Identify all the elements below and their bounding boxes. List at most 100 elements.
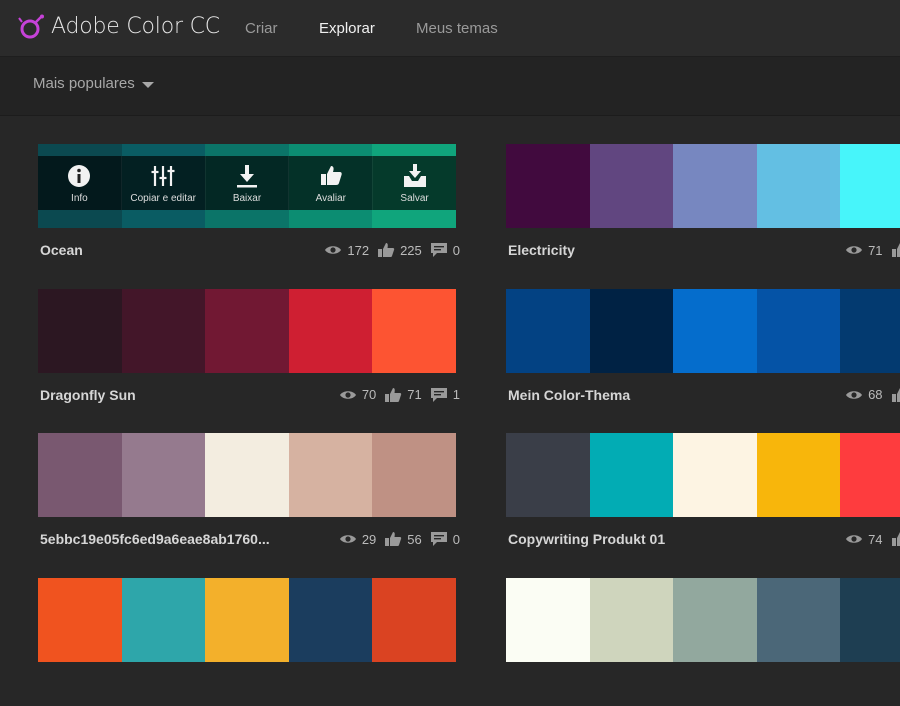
color-swatch [756, 288, 841, 373]
theme-footer: Dragonfly Sun 70 71 1 [38, 387, 460, 417]
theme-name[interactable]: Copywriting Produkt 01 [508, 531, 665, 547]
top-bar: Adobe Color CC Criar Explorar Meus temas [0, 0, 900, 57]
sort-dropdown[interactable]: Mais populares [33, 75, 154, 92]
theme-card: Electricity 71 90 [506, 144, 900, 272]
eye-icon [846, 535, 863, 543]
views-stat: 29 [339, 531, 376, 547]
eye-icon [339, 390, 356, 399]
action-label: Baixar [232, 193, 262, 204]
likes-stat[interactable]: 90 [891, 242, 900, 258]
theme-name[interactable]: Ocean [40, 242, 83, 258]
likes-count: 71 [407, 387, 422, 402]
color-swatch [121, 288, 206, 373]
theme-palette[interactable] [38, 288, 456, 373]
views-count: 71 [868, 242, 883, 258]
eye-icon [339, 535, 356, 543]
likes-stat[interactable]: 71 [384, 387, 422, 403]
theme-card: Dragonfly Sun 70 71 1 [38, 288, 460, 417]
theme-footer [38, 676, 456, 706]
theme-name[interactable]: 5ebbc19e05fc6ed9a6eae8ab1760... [40, 531, 270, 547]
action-salvar-button[interactable]: Salvar [373, 156, 456, 210]
eye-icon [325, 246, 342, 254]
views-stat: 70 [339, 387, 376, 403]
color-swatch [38, 288, 122, 373]
action-baixar-button[interactable]: Baixar [206, 156, 290, 210]
comments-stat[interactable]: 0 [430, 531, 460, 547]
theme-card: Info Copiar e editar Baixar Avaliar Salvar O… [38, 144, 460, 272]
likes-stat[interactable]: 56 [384, 531, 422, 547]
color-swatch [589, 288, 674, 373]
theme-name[interactable]: Mein Color-Thema [508, 387, 630, 403]
theme-footer [506, 676, 900, 706]
theme-palette[interactable] [506, 288, 900, 373]
theme-palette[interactable]: Info Copiar e editar Baixar Avaliar Salvar [38, 144, 456, 228]
theme-card [38, 577, 456, 706]
views-count: 29 [361, 531, 377, 547]
color-swatch [288, 288, 373, 373]
chevron-down-icon [141, 81, 154, 88]
theme-stats: 172 225 0 [316, 242, 460, 258]
color-swatch [506, 433, 590, 517]
thumbs-up-icon [378, 243, 395, 257]
theme-palette[interactable] [38, 433, 456, 517]
theme-name[interactable]: Electricity [508, 242, 575, 258]
color-swatch [506, 288, 590, 373]
nav-meus-temas[interactable]: Meus temas [416, 20, 498, 37]
likes-stat[interactable]: 225 [377, 242, 422, 258]
comments-stat[interactable]: 0 [430, 242, 460, 258]
color-swatch [288, 577, 373, 662]
theme-palette[interactable] [506, 577, 900, 662]
theme-card: Mein Color-Thema 68 62 [506, 288, 900, 417]
views-stat: 74 [845, 531, 883, 547]
views-stat: 71 [845, 242, 883, 258]
likes-stat[interactable]: 55 [891, 531, 900, 547]
views-count: 172 [347, 242, 370, 258]
views-count: 70 [361, 387, 377, 402]
comment-icon [430, 532, 447, 546]
action-copiar-e-editar-button[interactable]: Copiar e editar [122, 156, 206, 210]
comments-count: 1 [452, 387, 460, 402]
eye-icon [846, 390, 863, 399]
nav-explorar[interactable]: Explorar [319, 20, 375, 37]
theme-footer: Ocean 172 225 0 [38, 242, 460, 272]
color-swatch [840, 144, 900, 228]
color-swatch [38, 577, 122, 662]
color-swatch [840, 433, 900, 517]
theme-footer: Copywriting Produkt 01 74 55 [506, 531, 900, 561]
filter-bar: Mais populares [0, 57, 900, 116]
theme-stats: 71 90 [837, 242, 900, 258]
views-stat: 172 [324, 242, 369, 258]
theme-palette[interactable] [38, 577, 456, 662]
comment-icon [430, 387, 447, 402]
views-count: 74 [868, 531, 883, 547]
theme-palette[interactable] [506, 433, 900, 517]
sliders-icon [150, 163, 176, 189]
likes-count: 56 [407, 531, 422, 547]
action-info-button[interactable]: Info [38, 156, 122, 210]
eye-icon [846, 246, 863, 254]
color-swatch [589, 433, 674, 517]
nav-criar[interactable]: Criar [245, 20, 278, 37]
comment-icon [430, 243, 447, 257]
thumbs-up-icon [385, 387, 402, 402]
action-label: Avaliar [315, 193, 346, 204]
theme-stats: 29 56 0 [331, 531, 460, 547]
comments-stat[interactable]: 1 [430, 387, 460, 403]
color-swatch [372, 433, 456, 517]
color-swatch [673, 288, 757, 373]
download-icon [234, 163, 260, 189]
thumbs-up-icon [385, 532, 402, 546]
theme-name[interactable]: Dragonfly Sun [40, 387, 136, 403]
theme-card [506, 577, 900, 706]
app-title[interactable]: Adobe Color CC [51, 14, 220, 39]
adobe-color-logo-icon[interactable] [18, 14, 44, 42]
color-swatch [673, 433, 757, 517]
color-swatch [589, 577, 674, 662]
likes-stat[interactable]: 62 [891, 387, 900, 403]
color-swatch [205, 433, 289, 517]
color-swatch [756, 577, 841, 662]
color-swatch [205, 288, 289, 373]
theme-palette[interactable] [506, 144, 900, 228]
color-swatch [506, 577, 590, 662]
action-avaliar-button[interactable]: Avaliar [289, 156, 374, 210]
